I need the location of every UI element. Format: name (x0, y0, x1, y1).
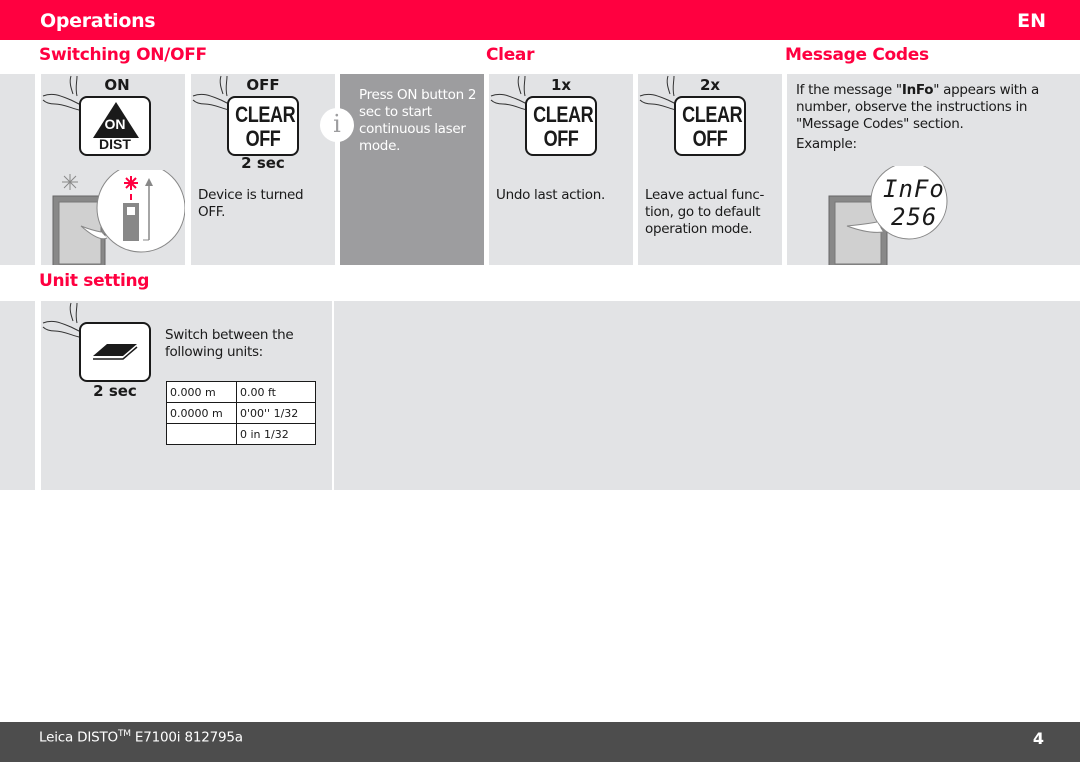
panel-clear-2x: 2x CLEAR OFF Leave actual func- tion, go… (638, 74, 782, 265)
text-segment: If the message " (796, 82, 902, 98)
off-text: OFF (692, 126, 728, 151)
panel-empty (334, 301, 1080, 490)
header-bar: Operations EN (0, 0, 1080, 40)
info-note-panel: Press ON button 2 sec to start continuou… (340, 74, 484, 265)
clear-text: CLEAR (533, 102, 594, 127)
panel-message-codes: If the message "InFo" appears with a num… (787, 74, 1080, 265)
units-table: 0.000 m 0.00 ft 0.0000 m 0'00'' 1/32 0 i… (166, 381, 316, 445)
on-text: ON (104, 116, 126, 132)
unit-cell: 0.000 m (166, 381, 237, 403)
off-label: OFF (246, 76, 280, 94)
dist-text: DIST (99, 136, 131, 152)
margin-strip (0, 301, 35, 490)
duration-label: 2 sec (241, 154, 285, 172)
info-keyword: InFo (901, 82, 934, 98)
table-row: 0.0000 m 0'00'' 1/32 (166, 402, 316, 424)
press-count-2x: 2x (699, 76, 721, 94)
unit-cell: 0'00'' 1/32 (236, 402, 316, 424)
press-count-1x: 1x (550, 76, 572, 94)
panel-switch-on: ON ON DIST (41, 74, 185, 265)
display-code-number: 256 (891, 203, 938, 231)
table-row: 0.000 m 0.00 ft (166, 381, 316, 403)
panel-switch-off: OFF CLEAR OFF 2 sec Device is turned OFF… (191, 74, 335, 265)
margin-strip (0, 74, 35, 265)
footer-bar: Leica DISTOTM E7100i 812795a 4 (0, 722, 1080, 762)
clear-2x-description: Leave actual func- tion, go to default o… (645, 187, 765, 237)
clear-off-button: CLEAR OFF (525, 96, 597, 156)
clear-off-button: CLEAR OFF (227, 96, 299, 156)
off-text: OFF (245, 126, 281, 151)
section-title-unit-setting: Unit setting (39, 271, 150, 291)
section-title-switching: Switching ON/OFF (39, 45, 207, 65)
unit-cell: 0 in 1/32 (236, 423, 316, 445)
unit-button (79, 322, 151, 382)
page-title: Operations (40, 10, 156, 32)
on-label: ON (104, 76, 130, 94)
table-row: 0 in 1/32 (166, 423, 316, 445)
clear-text: CLEAR (235, 102, 296, 127)
unit-description: Switch between the following units: (165, 327, 294, 360)
document-id: Leica DISTOTM E7100i 812795a (39, 729, 243, 746)
unit-cell: 0.00 ft (236, 381, 316, 403)
info-icon: i (320, 108, 354, 142)
unit-cell: 0.0000 m (166, 402, 237, 424)
device-laser-illustration (52, 170, 185, 265)
clear-off-button: CLEAR OFF (674, 96, 746, 156)
message-codes-description: If the message "InFo" appears with a num… (796, 82, 1066, 133)
example-label: Example: (796, 136, 857, 152)
page-number: 4 (1032, 729, 1044, 748)
section-title-message-codes: Message Codes (785, 45, 929, 65)
section-title-clear: Clear (486, 45, 535, 65)
model-number: E7100i 812795a (130, 729, 243, 746)
unit-cell (166, 423, 237, 445)
language-code: EN (1017, 10, 1046, 32)
product-name: Leica DISTO (39, 729, 118, 746)
info-note-text: Press ON button 2 sec to start continuou… (359, 87, 477, 154)
off-text: OFF (543, 126, 579, 151)
unit-plate-icon (93, 344, 138, 360)
clear-1x-description: Undo last action. (496, 187, 605, 203)
display-info-text: InFo (883, 175, 945, 203)
off-description: Device is turned OFF. (198, 187, 304, 220)
unit-duration-label: 2 sec (93, 382, 137, 400)
clear-text: CLEAR (682, 102, 743, 127)
on-dist-button: ON DIST (79, 96, 151, 156)
panel-clear-1x: 1x CLEAR OFF Undo last action. (489, 74, 633, 265)
trademark-mark: TM (117, 729, 131, 739)
